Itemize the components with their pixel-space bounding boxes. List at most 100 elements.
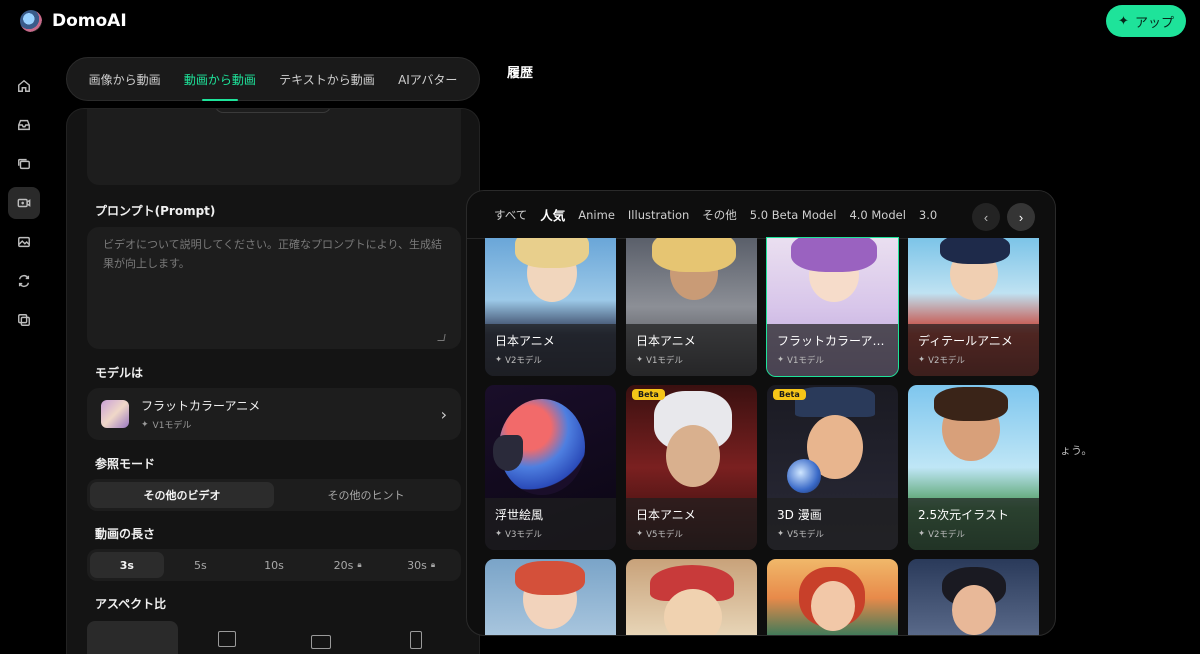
sidebar-item-inbox[interactable]	[8, 109, 40, 141]
category-popular[interactable]: 人気	[540, 205, 565, 224]
aspect-option-square[interactable]	[182, 621, 273, 654]
category-4-model[interactable]: 4.0 Model	[849, 208, 905, 222]
tab-image-to-video[interactable]: 画像から動画	[87, 71, 163, 88]
model-version: V1モデル	[787, 356, 824, 366]
model-name: 3D 漫画	[777, 508, 822, 522]
length-option-10s[interactable]: 10s	[237, 552, 311, 578]
model-card[interactable]: 2.5次元イラスト ✦ V2モデル	[907, 384, 1040, 551]
aspect-option-portrait[interactable]	[371, 621, 462, 654]
inbox-icon	[18, 119, 30, 131]
model-version: V2モデル	[928, 530, 965, 540]
beta-badge: Beta	[773, 389, 806, 400]
length-option-30s[interactable]: 30s 🔒︎	[384, 552, 458, 578]
sidebar-item-layers[interactable]	[8, 148, 40, 180]
model-preview-image	[767, 559, 898, 635]
history-empty-text: ょう。	[1060, 444, 1093, 457]
tab-ai-avatar[interactable]: AIアバター	[396, 71, 459, 88]
length-option-label: 20s	[333, 558, 354, 572]
model-card-selected[interactable]: フラットカラーア… ✦ V1モデル	[766, 237, 899, 377]
beta-badge: Beta	[632, 389, 665, 400]
model-version: V1モデル	[646, 356, 683, 366]
logo[interactable]: DomoAI	[20, 10, 127, 32]
model-preview-image	[626, 559, 757, 635]
reference-option-other-video[interactable]: その他のビデオ	[90, 482, 274, 508]
length-option-label: 5s	[194, 558, 207, 572]
length-option-20s[interactable]: 20s 🔒︎	[311, 552, 385, 578]
category-other[interactable]: その他	[702, 207, 737, 223]
model-card[interactable]: ディテールアニメ ✦ V2モデル	[907, 237, 1040, 377]
model-name: 日本アニメ	[636, 334, 696, 348]
home-icon	[18, 79, 30, 92]
prompt-placeholder: ビデオについて説明してください。正確なプロンプトにより、生成結果が向上します。	[103, 238, 443, 270]
model-card[interactable]	[484, 558, 617, 635]
model-name: 日本アニメ	[495, 334, 555, 348]
upgrade-label: アップ	[1134, 14, 1174, 30]
model-card[interactable]	[766, 558, 899, 635]
category-illustration[interactable]: Illustration	[628, 208, 689, 222]
model-name: 2.5次元イラスト	[918, 508, 1009, 522]
sparkle-icon: ✦	[918, 529, 926, 539]
reference-mode-toggle: その他のビデオ その他のヒント	[87, 479, 461, 511]
sparkle-icon: ✦	[636, 355, 644, 365]
length-option-3s[interactable]: 3s	[90, 552, 164, 578]
square-icon	[217, 631, 236, 647]
model-preview-image	[908, 559, 1039, 635]
sidebar-item-home[interactable]	[8, 70, 40, 102]
model-card[interactable]: 日本アニメ ✦ V1モデル	[625, 237, 758, 377]
app-name: DomoAI	[52, 11, 127, 31]
model-version: V2モデル	[928, 356, 965, 366]
model-label: モデルは	[95, 366, 144, 380]
aspect-ratio-label: アスペクト比	[95, 597, 167, 611]
model-card[interactable]: Beta 3D 漫画 ✦ V5モデル	[766, 384, 899, 551]
tab-video-to-video[interactable]: 動画から動画	[182, 71, 258, 101]
model-name: 浮世絵風	[495, 508, 544, 522]
sidebar-item-copy[interactable]	[8, 304, 40, 336]
length-option-5s[interactable]: 5s	[164, 552, 238, 578]
model-card[interactable]	[625, 558, 758, 635]
sparkle-icon: ✦	[636, 529, 644, 539]
model-card[interactable]: 日本アニメ ✦ V2モデル	[484, 237, 617, 377]
sidebar-item-repeat[interactable]	[8, 265, 40, 297]
category-all[interactable]: すべて	[494, 207, 527, 223]
category-next-button[interactable]: ›	[1007, 203, 1035, 231]
sparkle-icon: ✦	[495, 355, 503, 365]
category-anime[interactable]: Anime	[578, 208, 615, 222]
model-card[interactable]: 浮世絵風 ✦ V3モデル	[484, 384, 617, 551]
model-version: V5モデル	[646, 530, 683, 540]
prompt-label: プロンプト(Prompt)	[95, 204, 216, 218]
category-5-beta[interactable]: 5.0 Beta Model	[750, 208, 837, 222]
video-upload-area[interactable]	[87, 109, 461, 185]
sparkle-icon: ✦	[777, 529, 785, 539]
resize-handle-icon[interactable]	[437, 334, 446, 341]
video-length-selector: 3s 5s 10s 20s 🔒︎ 30s 🔒︎	[87, 549, 461, 581]
copy-icon	[18, 314, 30, 326]
model-card[interactable]	[907, 558, 1040, 635]
landscape-icon	[311, 635, 332, 649]
selected-model-name: フラットカラーアニメ	[141, 399, 261, 413]
layers-icon	[18, 158, 30, 170]
aspect-option-original[interactable]	[87, 621, 178, 654]
model-version: V2モデル	[505, 356, 542, 366]
sparkle-icon: ✦	[495, 529, 503, 539]
image-icon	[18, 236, 30, 248]
chevron-right-icon: ›	[440, 404, 447, 424]
sidebar-item-image[interactable]	[8, 226, 40, 258]
reference-option-other-hint[interactable]: その他のヒント	[274, 482, 458, 508]
settings-panel: プロンプト(Prompt) ビデオについて説明してください。正確なプロンプトによ…	[66, 108, 480, 654]
category-prev-button[interactable]: ‹	[972, 203, 1000, 231]
upgrade-button[interactable]: ✦ アップ	[1106, 5, 1186, 37]
upload-button[interactable]	[215, 109, 331, 113]
model-name: フラットカラーア…	[777, 334, 885, 348]
aspect-option-landscape[interactable]	[276, 621, 367, 654]
lock-icon: 🔒︎	[357, 560, 362, 569]
model-card[interactable]: Beta 日本アニメ ✦ V5モデル	[625, 384, 758, 551]
model-picker-popup: すべて 人気 Anime Illustration その他 5.0 Beta M…	[466, 190, 1056, 636]
model-thumbnail	[101, 400, 129, 428]
tab-text-to-video[interactable]: テキストから動画	[277, 71, 377, 88]
model-selector[interactable]: フラットカラーアニメ ✦ V1モデル ›	[87, 388, 461, 440]
selected-model-version: V1モデル	[152, 421, 192, 431]
prompt-input[interactable]: ビデオについて説明してください。正確なプロンプトにより、生成結果が向上します。	[87, 227, 461, 349]
history-title: 履歴	[507, 66, 534, 81]
chevron-right-icon: ›	[1018, 209, 1024, 225]
sidebar-item-video[interactable]	[8, 187, 40, 219]
